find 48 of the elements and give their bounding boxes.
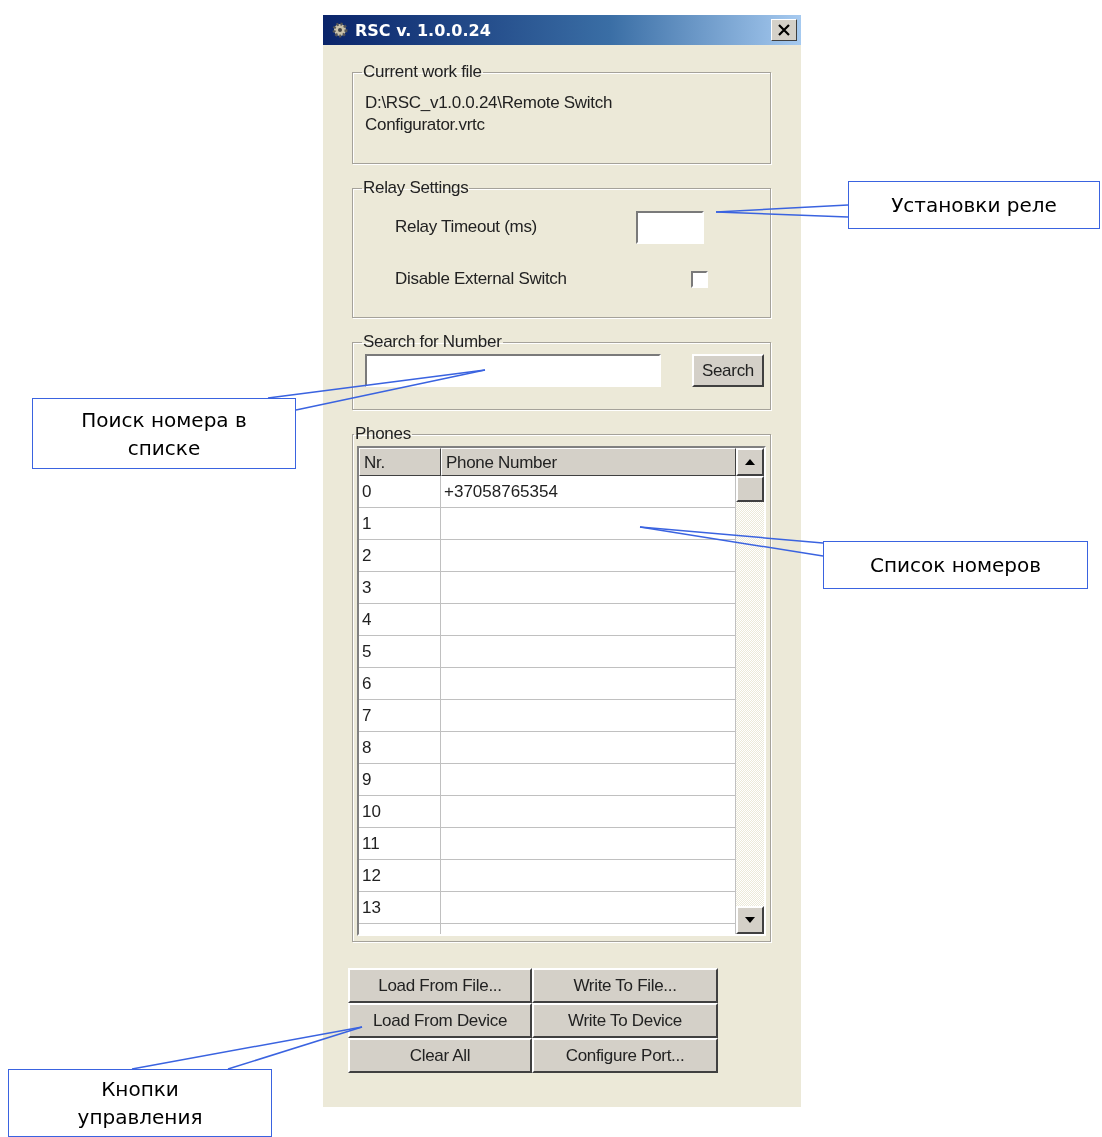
- group-label: Current work file: [362, 62, 483, 82]
- search-field[interactable]: [365, 354, 661, 387]
- action-button[interactable]: Clear All: [348, 1038, 532, 1073]
- table-cell: 2: [359, 540, 441, 572]
- up-arrow-icon: [745, 459, 755, 465]
- action-button[interactable]: Write To Device: [532, 1003, 718, 1038]
- table-cell: 12: [359, 860, 441, 892]
- table-cell: 10: [359, 796, 441, 828]
- table-cell: 11: [359, 828, 441, 860]
- input-field[interactable]: [636, 210, 704, 244]
- table-cell: +37058765354: [441, 476, 736, 508]
- action-button[interactable]: Load From File...: [348, 968, 532, 1003]
- table-cell: 4: [359, 604, 441, 636]
- group-label: Search for Number: [362, 332, 503, 352]
- group-label: Relay Settings: [362, 178, 470, 198]
- table-cell: 3: [359, 572, 441, 604]
- table-cell: 13: [359, 892, 441, 924]
- column-header[interactable]: Phone Number: [441, 448, 736, 476]
- close-button[interactable]: [771, 19, 797, 41]
- group-label: Phones: [354, 424, 412, 444]
- action-button[interactable]: Load From Device: [348, 1003, 532, 1038]
- field-label: Relay Timeout (ms): [395, 217, 537, 237]
- scrollbar[interactable]: [736, 448, 764, 934]
- file-path: D:\RSC_v1.0.0.24\Remote Switch Configurator.vrtc: [365, 92, 614, 136]
- action-button[interactable]: Configure Port...: [532, 1038, 718, 1073]
- checkbox-label: Disable External Switch: [395, 269, 567, 289]
- gear-icon: [331, 21, 349, 39]
- callout-label: Установки реле: [848, 181, 1100, 229]
- callout-label: Список номеров: [823, 541, 1088, 589]
- column-header[interactable]: Nr.: [359, 448, 441, 476]
- window-title: RSC v. 1.0.0.24: [355, 20, 492, 40]
- callout-label: Кнопки управления: [8, 1069, 272, 1137]
- table-cell: 0: [359, 476, 441, 508]
- table-cell: 7: [359, 700, 441, 732]
- scroll-down-button[interactable]: [736, 906, 764, 934]
- close-icon: [778, 24, 790, 36]
- search-button[interactable]: Search: [691, 354, 764, 387]
- table-cell: 5: [359, 636, 441, 668]
- checkbox[interactable]: [691, 270, 708, 288]
- action-button[interactable]: Write To File...: [532, 968, 718, 1003]
- table-cell: 8: [359, 732, 441, 764]
- scroll-up-button[interactable]: [736, 448, 764, 476]
- scroll-thumb[interactable]: [736, 476, 764, 502]
- table-cell: 9: [359, 764, 441, 796]
- table-cell: 1: [359, 508, 441, 540]
- down-arrow-icon: [745, 917, 755, 923]
- callout-label: Поиск номера в списке: [32, 398, 296, 469]
- table-cell: 6: [359, 668, 441, 700]
